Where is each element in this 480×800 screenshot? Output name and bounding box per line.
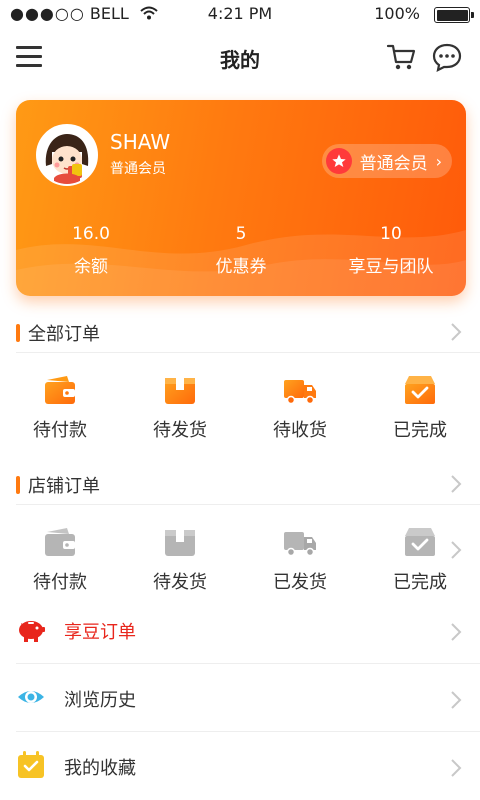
battery-percent: 100% [374, 4, 420, 23]
chevron-right-icon [451, 623, 462, 641]
shop-order-shipped[interactable]: 已发货 [240, 526, 360, 594]
truck-icon [284, 532, 316, 557]
profile-card[interactable]: SHAW 普通会员 普通会员 › 16.0 余额 5 优惠券 10 享豆与团队 [16, 100, 466, 296]
done-box-icon [405, 376, 435, 404]
menu-item-label: 我的收藏 [64, 758, 136, 779]
shop-order-completed[interactable]: 已完成 [360, 526, 480, 594]
chevron-right-icon [451, 475, 462, 493]
truck-icon [284, 380, 316, 405]
box-icon [165, 530, 195, 556]
chevron-right-icon [451, 323, 462, 341]
chevron-right-icon [451, 759, 462, 777]
shop-orders-header[interactable]: 店铺订单 [16, 464, 480, 505]
menu-item-label: 浏览历史 [64, 690, 136, 711]
done-box-icon [405, 528, 435, 556]
calendar-check-icon [18, 751, 44, 778]
stat-value: 16.0 [72, 224, 110, 244]
menu-item-label: 享豆订单 [64, 622, 136, 643]
stat-coupons[interactable]: 5 优惠券 [166, 224, 316, 277]
order-pending-receipt[interactable]: 待收货 [240, 374, 360, 442]
chevron-right-icon [451, 691, 462, 709]
user-name: SHAW [110, 130, 171, 154]
order-status-label: 已发货 [273, 572, 327, 593]
stat-label: 享豆与团队 [348, 257, 434, 277]
stat-value: 10 [380, 224, 402, 244]
order-status-label: 已完成 [393, 420, 447, 441]
section-title: 店铺订单 [28, 476, 100, 497]
nav-bar: 我的 [0, 28, 480, 86]
eye-icon [18, 691, 44, 703]
stat-label: 余额 [74, 257, 108, 277]
order-status-label: 待发货 [153, 572, 207, 593]
star-icon [325, 148, 352, 174]
section-accent-bar [16, 476, 20, 494]
divider [16, 731, 480, 732]
piggy-bank-icon [19, 621, 45, 642]
member-badge-label: 普通会员 [359, 153, 428, 174]
section-title: 全部订单 [28, 324, 100, 345]
menu-item-favorites[interactable]: 我的收藏 [0, 734, 480, 800]
stat-beans-team[interactable]: 10 享豆与团队 [316, 224, 466, 277]
stat-label: 优惠券 [215, 257, 267, 277]
order-status-row: 待付款 待发货 待收货 已完成 [0, 374, 480, 454]
order-status-label: 待发货 [153, 420, 207, 441]
chevron-right-icon: › [435, 151, 442, 171]
status-bar: ●●●○○ BELL 4:21 PM 100% [0, 0, 480, 28]
avatar[interactable] [36, 124, 98, 186]
wallet-icon [45, 376, 75, 404]
stat-value: 5 [235, 224, 247, 244]
order-status-label: 待付款 [33, 572, 87, 593]
all-orders-header[interactable]: 全部订单 [16, 312, 480, 353]
chat-icon[interactable] [432, 42, 462, 72]
order-status-label: 待付款 [33, 420, 87, 441]
shop-order-pending-payment[interactable]: 待付款 [0, 526, 120, 594]
order-status-label: 已完成 [393, 572, 447, 593]
chevron-right-icon [451, 541, 462, 559]
menu-item-browse-history[interactable]: 浏览历史 [0, 666, 480, 732]
shop-order-pending-shipment[interactable]: 待发货 [120, 526, 240, 594]
order-completed[interactable]: 已完成 [360, 374, 480, 442]
order-status-label: 待收货 [273, 420, 327, 441]
menu-item-bean-orders[interactable]: 享豆订单 [0, 598, 480, 664]
cart-icon[interactable] [386, 42, 416, 72]
shop-order-status-row: 待付款 待发货 已发货 已完成 [0, 526, 480, 606]
stat-balance[interactable]: 16.0 余额 [16, 224, 166, 277]
order-pending-shipment[interactable]: 待发货 [120, 374, 240, 442]
user-level: 普通会员 [110, 161, 166, 177]
order-pending-payment[interactable]: 待付款 [0, 374, 120, 442]
divider [16, 663, 480, 664]
member-level-button[interactable]: 普通会员 › [321, 144, 452, 178]
wallet-icon [45, 528, 75, 556]
avatar-image [38, 126, 96, 184]
section-accent-bar [16, 324, 20, 342]
battery-icon [434, 7, 474, 23]
box-icon [165, 378, 195, 404]
